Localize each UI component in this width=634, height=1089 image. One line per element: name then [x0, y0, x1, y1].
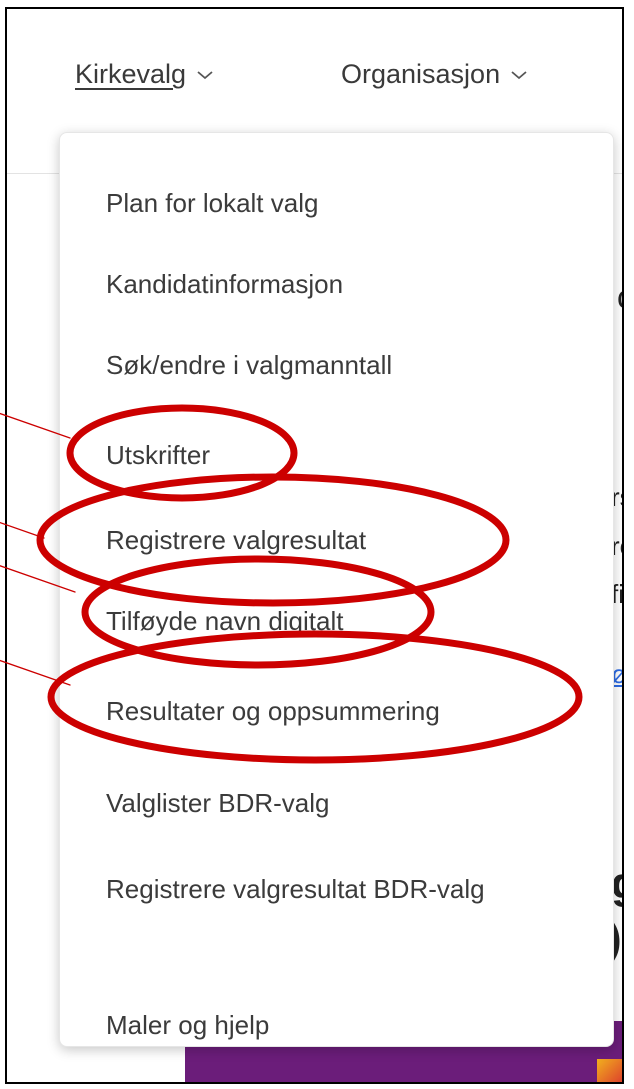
menu-item-utskrifter[interactable]: Utskrifter	[106, 435, 210, 475]
nav-organisasjon-label: Organisasjon	[341, 59, 501, 89]
nav-organisasjon[interactable]: Organisasjon	[341, 59, 528, 90]
menu-item-registrere-valgresultat[interactable]: Registrere valgresultat	[106, 520, 366, 560]
background-text: c	[617, 279, 622, 316]
menu-item-valglister-bdr-valg[interactable]: Valglister BDR-valg	[106, 783, 329, 823]
menu-item-plan-for-lokalt-valg[interactable]: Plan for lokalt valg	[106, 183, 318, 223]
menu-item-kandidatinformasjon[interactable]: Kandidatinformasjon	[106, 264, 343, 304]
nav-kirkevalg[interactable]: Kirkevalg	[75, 59, 214, 90]
nav-kirkevalg-label: Kirkevalg	[75, 59, 187, 89]
chevron-down-icon	[197, 70, 213, 79]
menu-item-tilfoyde-navn-digitalt[interactable]: Tilføyde navn digitalt	[106, 601, 343, 641]
kirkevalg-dropdown-menu: Plan for lokalt valg Kandidatinformasjon…	[59, 132, 614, 1047]
church-logo-icon	[597, 1059, 622, 1082]
chevron-down-icon	[511, 70, 527, 79]
menu-item-sok-endre-valgmanntall[interactable]: Søk/endre i valgmanntall	[106, 345, 392, 385]
screenshot-frame: Kirkevalg Organisasjon c f rs ro fi ør g…	[5, 7, 624, 1084]
menu-item-maler-og-hjelp[interactable]: Maler og hjelp	[106, 1005, 269, 1045]
menu-item-registrere-valgresultat-bdr-valg[interactable]: Registrere valgresultat BDR-valg	[106, 861, 526, 918]
menu-item-resultater-og-oppsummering[interactable]: Resultater og oppsummering	[106, 691, 440, 731]
